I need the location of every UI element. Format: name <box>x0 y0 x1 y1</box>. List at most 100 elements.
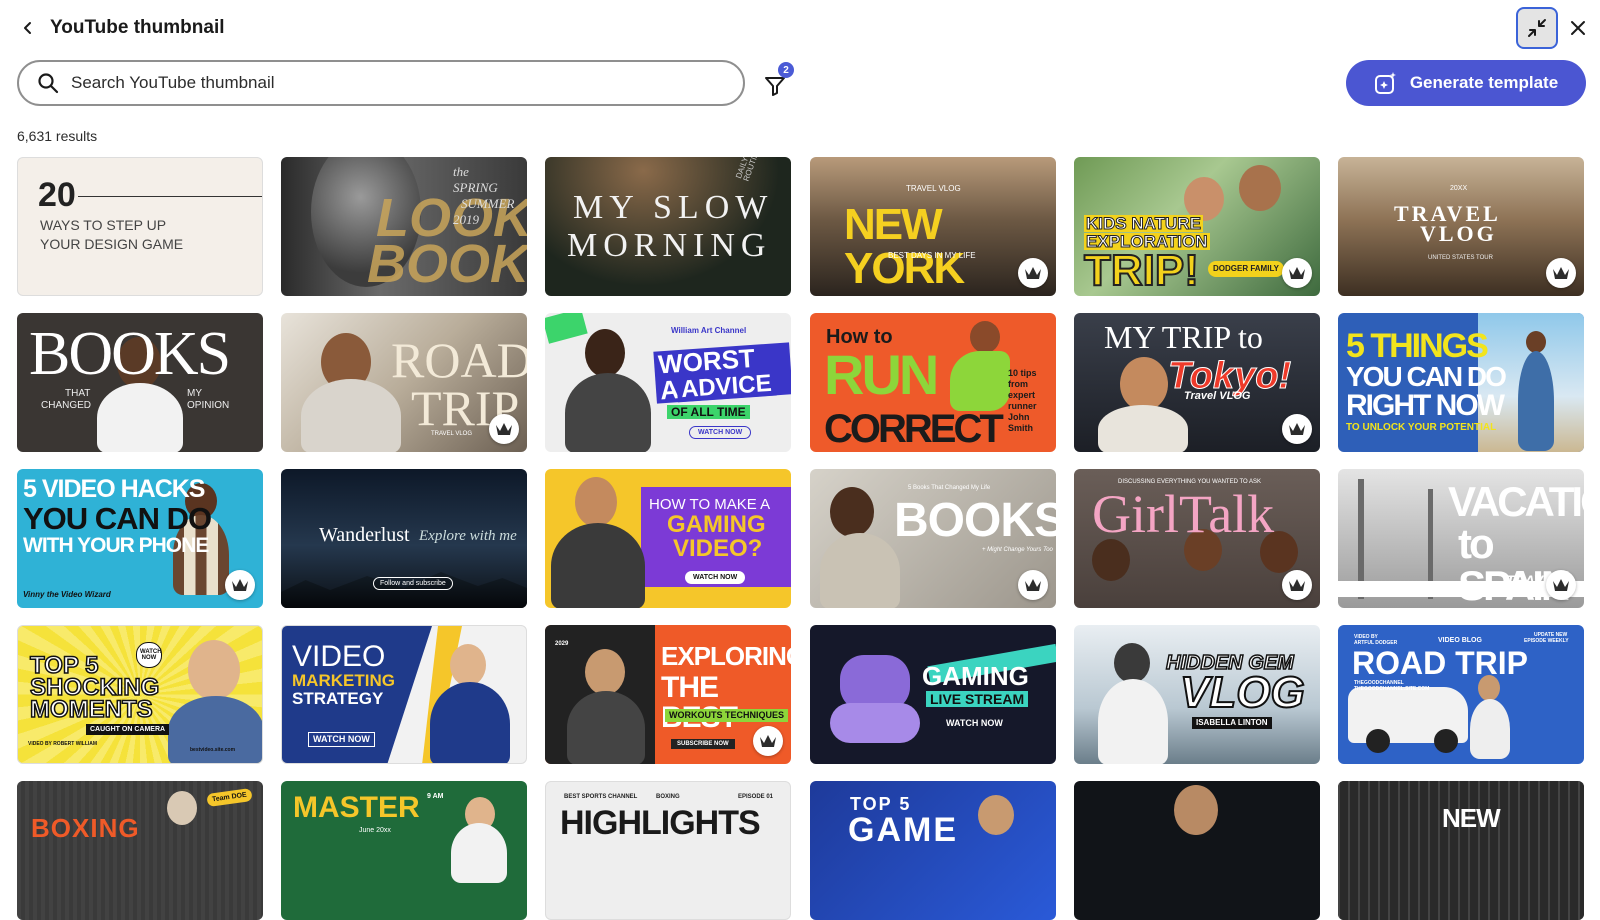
generate-template-button[interactable]: Generate template <box>1346 60 1586 106</box>
template-subtitle: EPISODE WEEKLY <box>1524 638 1569 644</box>
template-card[interactable]: BOXING Team DOE <box>17 781 263 920</box>
collapse-button[interactable] <box>1516 7 1558 49</box>
template-subtitle: SUBSCRIBE NOW <box>671 739 735 749</box>
template-subtitle: TRAVEL VLOG <box>431 431 473 437</box>
template-subtitle: + Might Change Yours Too <box>982 547 1053 553</box>
template-headline: GAMING <box>922 661 1029 691</box>
template-card[interactable]: GAMING LIVE STREAM WATCH NOW <box>810 625 1056 764</box>
template-headline: RUN <box>824 343 939 406</box>
template-headline: ROAD <box>391 332 527 388</box>
search-icon <box>37 72 59 94</box>
template-subtitle: SPRING <box>453 180 498 195</box>
template-subtitle: from <box>1008 379 1028 389</box>
template-card[interactable]: 20XX TRAVEL VLOG UNITED STATES TOUR <box>1338 157 1584 296</box>
template-subtitle: SUMMER <box>461 196 515 211</box>
template-card[interactable]: ROAD TRIP TRAVEL VLOG <box>281 313 527 452</box>
template-card[interactable]: HIDDEN GEM VLOG ISABELLA LINTON <box>1074 625 1320 764</box>
template-headline: VIDEO? <box>673 535 763 562</box>
template-subtitle: TO UNLOCK YOUR POTENTIAL <box>1346 422 1497 433</box>
filter-button[interactable]: 2 <box>764 62 794 98</box>
template-headline: TRIP! <box>1083 246 1200 295</box>
template-headline: WITH YOUR PHONE <box>23 534 209 557</box>
template-headline: ADVICE <box>676 370 777 403</box>
template-card[interactable]: MASTER 9 AM June 20xx <box>281 781 527 920</box>
template-headline: MORNING <box>567 227 772 264</box>
template-subtitle: Travel VLOG <box>1184 390 1251 402</box>
premium-crown-icon <box>225 570 255 600</box>
template-headline: YOU CAN DO <box>23 501 212 536</box>
filter-count-badge: 2 <box>778 62 794 78</box>
template-subtitle: the <box>453 164 469 179</box>
template-subtitle: VIDEO BY ROBERT WILLIAM <box>28 741 98 747</box>
template-headline: KIDS NATURE <box>1084 214 1203 233</box>
template-card[interactable]: BEST SPORTS CHANNEL BOXING EPISODE 01 HI… <box>545 781 791 920</box>
template-headline: 5 VIDEO HACKS <box>23 475 205 503</box>
template-subtitle: 20XX <box>1450 185 1468 192</box>
template-headline: STRATEGY <box>292 689 384 708</box>
template-subtitle: OF ALL TIME <box>667 405 750 419</box>
template-subtitle: BEST DAYS IN MY LIFE <box>888 251 976 260</box>
template-card[interactable]: TRAVEL VLOG NEW YORK BEST DAYS IN MY LIF… <box>810 157 1056 296</box>
template-card[interactable]: William Art Channel WORST ART ADVICE OF … <box>545 313 791 452</box>
template-subtitle: 2029 <box>555 641 569 647</box>
template-card[interactable]: 5 VIDEO HACKS YOU CAN DO WITH YOUR PHONE… <box>17 469 263 608</box>
template-headline: MY SLOW <box>573 189 774 226</box>
back-button[interactable] <box>16 16 40 40</box>
template-card[interactable] <box>1074 781 1320 920</box>
close-button[interactable] <box>1566 16 1590 40</box>
template-card[interactable]: DISCUSSING EVERYTHING YOU WANTED TO ASK … <box>1074 469 1320 608</box>
template-headline: GAMING <box>667 511 766 538</box>
template-card[interactable]: 2029 EXPLORING THE BEST WORKOUTS TECHNIQ… <box>545 625 791 764</box>
template-card[interactable]: 5 THINGS YOU CAN DO RIGHT NOW TO UNLOCK … <box>1338 313 1584 452</box>
template-subtitle: WATCH NOW <box>689 426 752 439</box>
template-subtitle: EPISODE 01 <box>738 794 774 800</box>
template-card[interactable]: How to RUN CORRECT 10 tips from expert r… <box>810 313 1056 452</box>
premium-crown-icon <box>1018 258 1048 288</box>
template-headline: YOU CAN DO <box>1346 361 1507 392</box>
template-card[interactable]: MY SLOW MORNING DAILY ROUTINE <box>545 157 791 296</box>
template-subtitle: WAYS TO STEP UP <box>40 217 167 233</box>
template-subtitle: WATCH NOW <box>685 571 746 584</box>
template-card[interactable]: VACATION to SPAIN TRAV <box>1338 469 1584 608</box>
template-card[interactable]: TOP 5 SHOCKING MOMENTS CAUGHT ON CAMERA … <box>17 625 263 764</box>
premium-crown-icon <box>489 414 519 444</box>
template-card[interactable]: 5 Books That Changed My Life BOOKS + Mig… <box>810 469 1056 608</box>
collapse-icon <box>1528 19 1546 37</box>
template-headline: BOXING <box>31 813 140 843</box>
template-card[interactable]: BOOKS THAT CHANGED MY OPINION <box>17 313 263 452</box>
search-bar <box>17 60 745 106</box>
template-card[interactable]: NEW <box>1338 781 1584 920</box>
template-headline: BOOK <box>367 234 527 294</box>
template-subtitle: WORKOUTS TECHNIQUES <box>665 709 789 722</box>
template-subtitle: TRAV <box>1506 572 1544 588</box>
template-card[interactable]: Wanderlust Explore with me Follow and su… <box>281 469 527 608</box>
template-card[interactable]: TOP 5 GAME <box>810 781 1056 920</box>
template-subtitle: TRAVEL VLOG <box>906 184 961 193</box>
template-headline: EXPLORING <box>661 641 791 671</box>
template-headline: MOMENTS <box>29 696 153 723</box>
template-card[interactable]: 20 WAYS TO STEP UP YOUR DESIGN GAME <box>17 157 263 296</box>
search-input[interactable] <box>71 73 671 93</box>
template-card[interactable]: HOW TO MAKE A GAMING VIDEO? WATCH NOW <box>545 469 791 608</box>
results-count: 6,631 results <box>17 128 98 144</box>
template-card[interactable]: MY TRIP to Tokyo! Travel VLOG <box>1074 313 1320 452</box>
template-headline: VIDEO <box>292 640 386 673</box>
template-subtitle: VIDEO BLOG <box>1438 637 1482 644</box>
template-subtitle: Smith <box>1008 423 1034 433</box>
template-subtitle: THEGOODCHANNEL.SITE.COM <box>1354 686 1430 692</box>
template-subtitle: DODGER FAMILY <box>1208 261 1284 277</box>
template-card[interactable]: VIDEO MARKETING STRATEGY WATCH NOW <box>281 625 527 764</box>
template-subtitle: John <box>1008 412 1030 422</box>
template-subtitle: bestvideo.site.com <box>190 747 236 753</box>
template-headline: NEW <box>1442 803 1501 833</box>
template-subtitle: CHANGED <box>41 400 92 411</box>
template-subtitle: 10 tips <box>1008 368 1037 378</box>
template-card[interactable]: VIDEO BY ARTFUL DODGER VIDEO BLOG ROAD T… <box>1338 625 1584 764</box>
template-card[interactable]: LOOK BOOK the SPRING SUMMER 2019 <box>281 157 527 296</box>
template-card[interactable]: KIDS NATURE EXPLORATION TRIP! DODGER FAM… <box>1074 157 1320 296</box>
template-headline: CORRECT <box>824 407 1004 451</box>
template-subtitle: UNITED STATES TOUR <box>1428 255 1493 261</box>
template-headline: VLOG <box>1179 668 1306 717</box>
template-subtitle: CAUGHT ON CAMERA <box>86 724 170 735</box>
template-headline: VACATION <box>1448 478 1584 525</box>
